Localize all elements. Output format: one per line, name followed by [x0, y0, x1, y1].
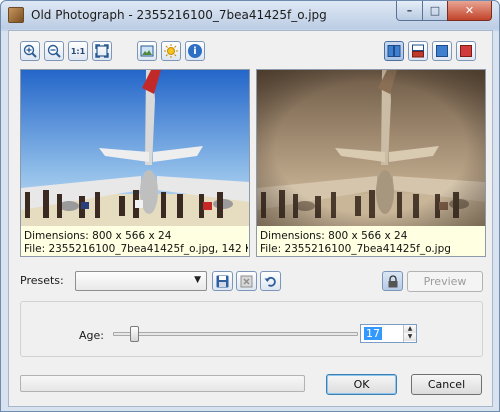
delete-preset-icon: [240, 275, 253, 287]
cancel-button[interactable]: Cancel: [411, 374, 482, 395]
spin-down-icon[interactable]: ▼: [404, 333, 416, 341]
presets-combobox[interactable]: ▼: [75, 271, 207, 291]
delete-preset-button[interactable]: [236, 271, 257, 291]
save-icon: [216, 275, 229, 287]
dialog-client: 1:1 i Dimensions: 800 x 566 x 24 File: 2…: [8, 30, 493, 407]
original-dimensions: Dimensions: 800 x 566 x 24: [24, 230, 172, 242]
zoom-in-icon: [23, 44, 37, 58]
preview-button[interactable]: Preview: [407, 271, 483, 292]
save-preset-button[interactable]: [212, 271, 233, 291]
zoom-out-icon: [47, 44, 61, 58]
result-dimensions: Dimensions: 800 x 566 x 24: [260, 230, 408, 242]
dialog-window: Old Photograph - 2355216100_7bea41425f_o…: [0, 0, 500, 412]
lock-icon: [388, 274, 397, 287]
actual-size-button[interactable]: 1:1: [68, 41, 88, 61]
original-image-panel: Dimensions: 800 x 566 x 24 File: 2355216…: [20, 69, 250, 257]
result-image[interactable]: [257, 70, 485, 226]
result-only-button[interactable]: [456, 41, 476, 61]
result-file-info: File: 2355216100_7bea41425f_o.jpg: [260, 243, 451, 255]
undo-icon: [264, 276, 276, 287]
progress-bar: [20, 375, 305, 392]
image-icon: [140, 45, 154, 57]
info-icon: i: [188, 44, 202, 58]
fit-to-window-icon: [95, 44, 109, 58]
info-button[interactable]: i: [185, 41, 205, 61]
effect-button[interactable]: [161, 41, 181, 61]
original-file-info: File: 2355216100_7bea41425f_o.jpg, 142 K…: [24, 243, 248, 255]
age-spin-arrows[interactable]: ▲ ▼: [403, 325, 416, 342]
spin-up-icon[interactable]: ▲: [404, 325, 416, 333]
undo-button[interactable]: [260, 271, 281, 291]
age-slider-thumb[interactable]: [129, 326, 139, 342]
age-value[interactable]: 17: [364, 327, 382, 340]
split-vertical-icon: [387, 45, 401, 57]
original-only-button[interactable]: [432, 41, 452, 61]
ok-button[interactable]: OK: [326, 374, 397, 395]
result-image-panel: Dimensions: 800 x 566 x 24 File: 2355216…: [256, 69, 486, 257]
sun-icon: [164, 44, 178, 58]
lock-preview-button[interactable]: [382, 271, 403, 291]
window-title: Old Photograph - 2355216100_7bea41425f_o…: [31, 8, 327, 22]
parameters-group: Age: 17 ▲ ▼: [20, 301, 483, 357]
close-button[interactable]: ✕: [447, 1, 492, 21]
split-horizontal-icon: [412, 44, 424, 58]
maximize-button[interactable]: □: [422, 1, 448, 21]
zoom-out-button[interactable]: [44, 41, 64, 61]
age-label: Age:: [79, 329, 104, 342]
fit-to-window-button[interactable]: [92, 41, 112, 61]
split-vertical-button[interactable]: [384, 41, 404, 61]
zoom-in-button[interactable]: [20, 41, 40, 61]
image-button[interactable]: [137, 41, 157, 61]
presets-label: Presets:: [20, 274, 64, 287]
age-spinbox[interactable]: 17 ▲ ▼: [360, 324, 417, 343]
original-only-icon: [436, 45, 448, 57]
age-slider-track[interactable]: [113, 332, 358, 336]
chevron-down-icon: ▼: [194, 275, 201, 285]
old-photograph-app-icon: [8, 7, 24, 23]
split-horizontal-button[interactable]: [408, 41, 428, 61]
result-only-icon: [460, 45, 472, 57]
minimize-button[interactable]: –: [396, 1, 423, 21]
original-image[interactable]: [21, 70, 249, 226]
